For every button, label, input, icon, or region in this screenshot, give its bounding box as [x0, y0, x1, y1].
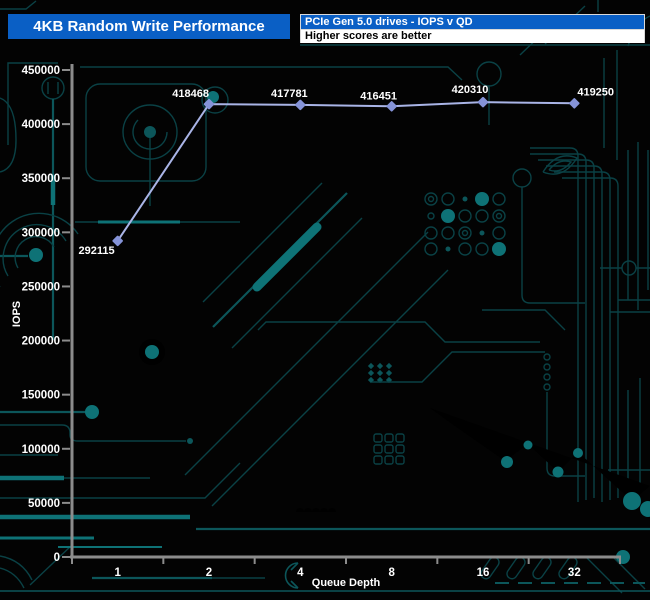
chart-svg: 0 50000 100000 150000 200000 250000 300000 3500… [0, 0, 650, 594]
data-point-marker [477, 96, 489, 108]
circuit-board-decoration [0, 0, 650, 594]
y-axis-tick-label: 450000 [22, 65, 60, 77]
y-axis-tick-label: 250000 [22, 281, 60, 293]
x-axis-tick-label: 8 [388, 567, 395, 579]
chart-subtitle-box: PCIe Gen 5.0 drives - IOPS v QD Higher s… [300, 14, 645, 43]
data-point-label: 419250 [577, 86, 614, 98]
subtitle-note: Higher scores are better [301, 30, 644, 43]
chart-title-bar: 4KB Random Write Performance [8, 14, 290, 39]
circuit-diamond-cluster [367, 362, 393, 384]
data-point-label: 418468 [172, 88, 209, 100]
y-axis-tick-label: 150000 [22, 390, 60, 402]
pad [144, 126, 156, 138]
data-point-marker [295, 99, 306, 111]
data-point-label: 416451 [360, 90, 397, 102]
circuit-zigzag-sparkline [430, 408, 650, 510]
circuit-mid-left-pad [108, 339, 165, 392]
y-axis-tick-label: 200000 [22, 336, 60, 348]
y-axis-tick-label: 300000 [22, 227, 60, 239]
chart-canvas: 0 50000 100000 150000 200000 250000 300000 3500… [0, 0, 650, 600]
x-axis-tick-label: 2 [206, 567, 212, 579]
y-axis-title: IOPS [11, 301, 23, 327]
x-axis-title: Queue Depth [312, 577, 381, 589]
y-axis-tick-label: 400000 [22, 119, 60, 131]
circuit-square-cluster [373, 433, 405, 465]
circuit-right-bundle [257, 142, 650, 502]
x-axis-tick-label: 4 [297, 567, 304, 579]
subtitle-drives: PCIe Gen 5.0 drives - IOPS v QD [301, 15, 644, 30]
circuit-diagonal-stripes [75, 182, 449, 507]
chart-title: 4KB Random Write Performance [33, 18, 265, 35]
y-axis-tick-label: 100000 [22, 444, 60, 456]
x-axis-tick-label: 16 [477, 567, 490, 579]
x-axis-tick-label: 32 [568, 567, 581, 579]
y-axis-tick-label: 50000 [28, 498, 60, 510]
circuit-fan-arcs [0, 212, 79, 287]
circuit-pad-grid [424, 192, 506, 256]
series-line [116, 101, 575, 242]
circuit-bottom-left [0, 405, 265, 589]
data-point-label: 420310 [452, 84, 489, 96]
y-axis-tick-label: 350000 [22, 173, 60, 185]
y-axis-tick-label: 0 [54, 552, 60, 564]
x-axis-tick-label: 1 [114, 567, 121, 579]
data-point-marker [569, 98, 580, 109]
data-point-label: 417781 [271, 88, 308, 100]
data-point-label: 292115 [79, 245, 115, 257]
data-point-marker [386, 101, 397, 112]
